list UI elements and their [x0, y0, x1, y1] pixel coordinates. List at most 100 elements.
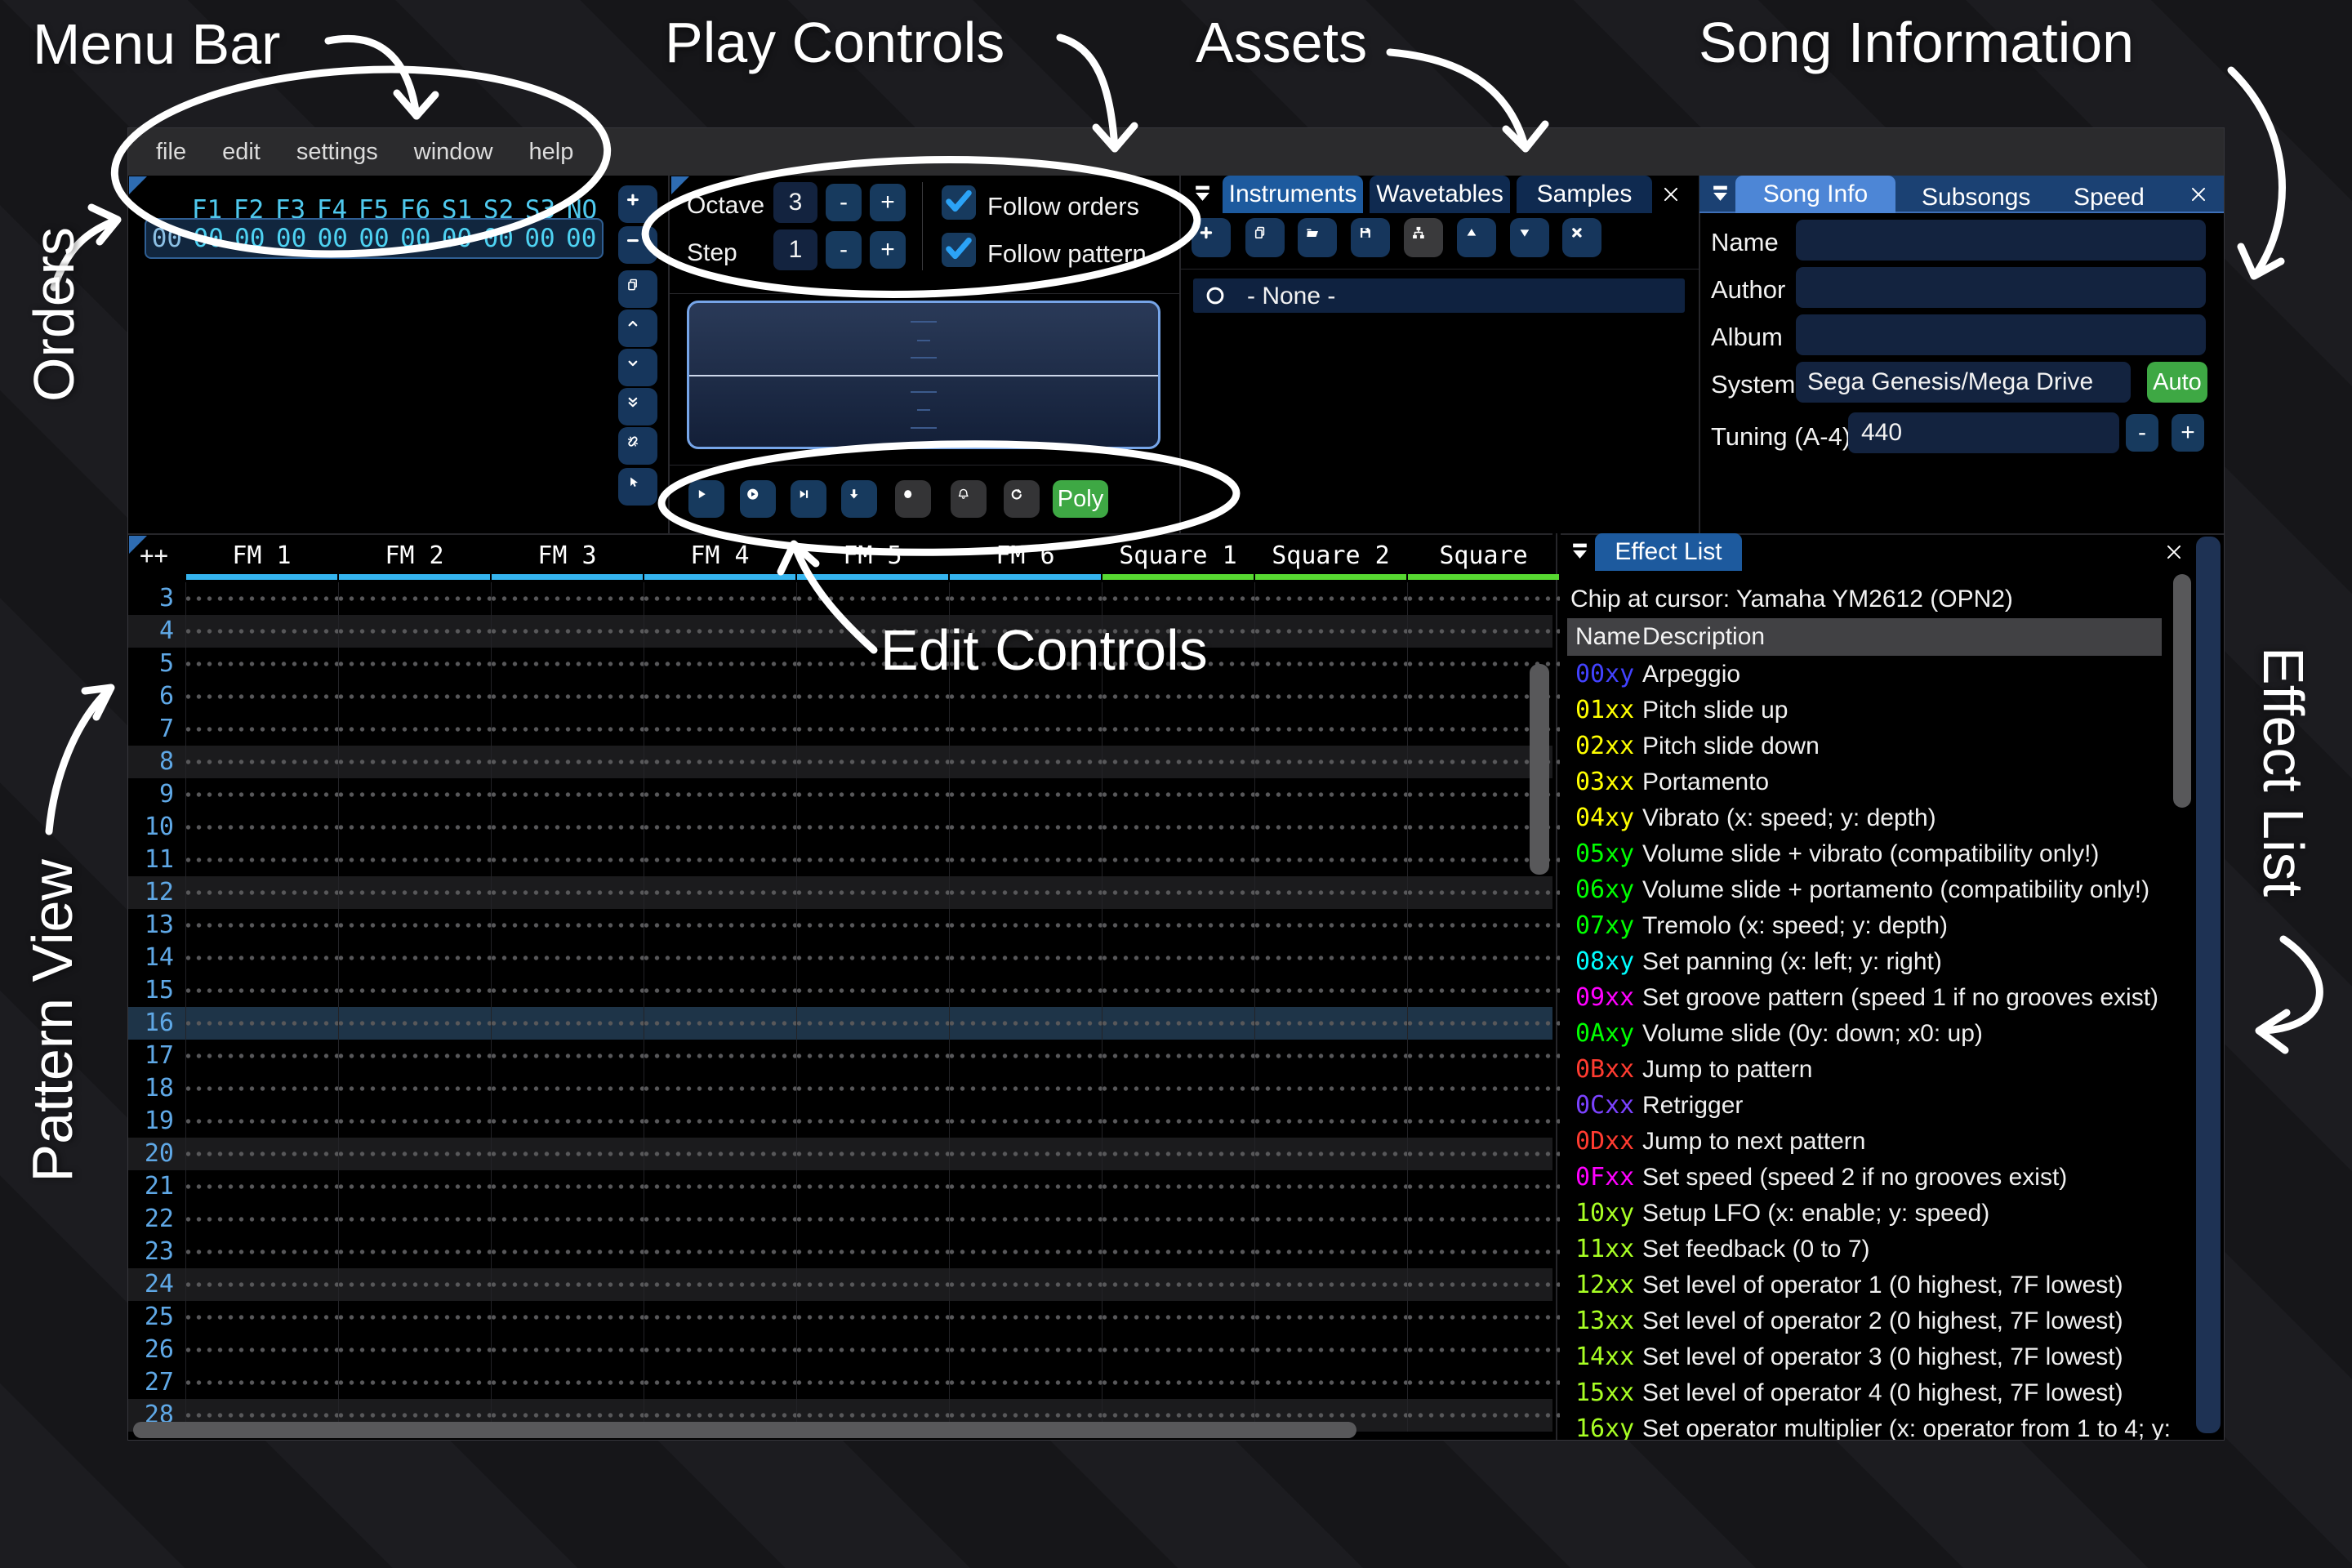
- pattern-cell[interactable]: [949, 1105, 1102, 1138]
- delete-instrument-button[interactable]: [1562, 218, 1601, 257]
- pattern-row[interactable]: 7: [128, 713, 1552, 746]
- order-value[interactable]: 00: [188, 224, 229, 253]
- menu-item-file[interactable]: file: [156, 139, 186, 166]
- pattern-cell[interactable]: [185, 1236, 338, 1268]
- name-field[interactable]: [1796, 220, 2206, 261]
- pattern-cell[interactable]: [1254, 1138, 1407, 1170]
- pattern-cell[interactable]: [338, 1007, 491, 1040]
- pattern-cell[interactable]: [949, 1138, 1102, 1170]
- pattern-row[interactable]: 22: [128, 1203, 1552, 1236]
- pattern-cell[interactable]: [1407, 1040, 1560, 1072]
- pattern-cell[interactable]: [1254, 680, 1407, 713]
- pattern-cell[interactable]: [949, 1366, 1102, 1399]
- add-order-button[interactable]: [618, 185, 657, 223]
- pattern-cell[interactable]: [949, 1170, 1102, 1203]
- pattern-row[interactable]: 10: [128, 811, 1552, 844]
- pattern-cell[interactable]: [1102, 909, 1254, 942]
- pattern-cell[interactable]: [1254, 1268, 1407, 1301]
- pattern-cell[interactable]: [1254, 1170, 1407, 1203]
- pattern-cell[interactable]: [185, 1007, 338, 1040]
- pattern-cell[interactable]: [644, 1301, 796, 1334]
- pattern-cell[interactable]: [1254, 942, 1407, 974]
- pattern-cell[interactable]: [338, 942, 491, 974]
- pattern-cell[interactable]: [338, 1301, 491, 1334]
- pattern-cell[interactable]: [796, 844, 949, 876]
- pattern-cell[interactable]: [491, 1170, 644, 1203]
- deep-clone-order-button[interactable]: [618, 427, 657, 465]
- move-cursor-down-button[interactable]: [841, 480, 877, 518]
- pattern-cell[interactable]: [185, 713, 338, 746]
- pattern-cell[interactable]: [949, 1334, 1102, 1366]
- pattern-cell[interactable]: [491, 844, 644, 876]
- pattern-cell[interactable]: [1407, 1334, 1560, 1366]
- pattern-cell[interactable]: [1102, 1105, 1254, 1138]
- pattern-row[interactable]: 26: [128, 1334, 1552, 1366]
- pattern-cell[interactable]: [644, 909, 796, 942]
- pattern-cell[interactable]: [1102, 811, 1254, 844]
- pattern-cell[interactable]: [644, 680, 796, 713]
- system-value[interactable]: Sega Genesis/Mega Drive: [1796, 362, 2131, 403]
- pattern-cell[interactable]: [796, 1105, 949, 1138]
- pattern-cell[interactable]: [185, 1105, 338, 1138]
- effect-list-window-menu-icon[interactable]: [1569, 541, 1591, 562]
- pattern-cell[interactable]: [491, 713, 644, 746]
- pattern-cell[interactable]: [185, 876, 338, 909]
- pattern-cell[interactable]: [491, 746, 644, 778]
- pattern-cell[interactable]: [949, 811, 1102, 844]
- pattern-row[interactable]: 20: [128, 1138, 1552, 1170]
- pattern-cell[interactable]: [644, 1105, 796, 1138]
- pattern-cell[interactable]: [491, 1366, 644, 1399]
- pattern-cell[interactable]: [1102, 1007, 1254, 1040]
- pattern-cell[interactable]: [185, 778, 338, 811]
- pattern-cell[interactable]: [491, 1203, 644, 1236]
- pattern-cell[interactable]: [796, 1366, 949, 1399]
- pattern-cell[interactable]: [644, 1268, 796, 1301]
- pattern-cell[interactable]: [491, 1040, 644, 1072]
- pattern-cell[interactable]: [949, 1007, 1102, 1040]
- octave-minus-button[interactable]: -: [826, 184, 862, 221]
- pattern-cell[interactable]: [491, 582, 644, 615]
- stop-button[interactable]: [895, 480, 931, 518]
- pattern-cell[interactable]: [185, 582, 338, 615]
- pattern-cell[interactable]: [1102, 1301, 1254, 1334]
- channel-header-fm-5[interactable]: FM 5: [796, 540, 949, 571]
- octave-plus-button[interactable]: +: [870, 184, 906, 221]
- channel-header-fm-1[interactable]: FM 1: [185, 540, 338, 571]
- channel-header-fm-2[interactable]: FM 2: [338, 540, 491, 571]
- pattern-cell[interactable]: [338, 1040, 491, 1072]
- pattern-cell[interactable]: [338, 1170, 491, 1203]
- pattern-cell[interactable]: [1407, 942, 1560, 974]
- pattern-cell[interactable]: [491, 1301, 644, 1334]
- pattern-cell[interactable]: [338, 1138, 491, 1170]
- pattern-cell[interactable]: [796, 582, 949, 615]
- pattern-cell[interactable]: [491, 974, 644, 1007]
- pattern-cell[interactable]: [491, 811, 644, 844]
- pattern-cell[interactable]: [1407, 615, 1560, 648]
- pattern-row[interactable]: 15: [128, 974, 1552, 1007]
- channel-header-square-2[interactable]: Square 2: [1254, 540, 1407, 571]
- pattern-cell[interactable]: [338, 1203, 491, 1236]
- pattern-horizontal-scrollbar[interactable]: [133, 1422, 1356, 1438]
- pattern-cell[interactable]: [796, 974, 949, 1007]
- pattern-cell[interactable]: [491, 1105, 644, 1138]
- pattern-cell[interactable]: [1102, 746, 1254, 778]
- pattern-cell[interactable]: [338, 1072, 491, 1105]
- pattern-cell[interactable]: [1254, 746, 1407, 778]
- pattern-cell[interactable]: [949, 582, 1102, 615]
- tuning-plus-button[interactable]: +: [2172, 414, 2204, 452]
- pattern-cell[interactable]: [1102, 974, 1254, 1007]
- pattern-cell[interactable]: [796, 1236, 949, 1268]
- pattern-cell[interactable]: [644, 778, 796, 811]
- pattern-row[interactable]: 24: [128, 1268, 1552, 1301]
- pattern-cell[interactable]: [796, 811, 949, 844]
- pattern-cell[interactable]: [491, 1236, 644, 1268]
- channel-header-fm-4[interactable]: FM 4: [644, 540, 796, 571]
- pattern-cell[interactable]: [185, 974, 338, 1007]
- pattern-cell[interactable]: [1102, 1040, 1254, 1072]
- order-value[interactable]: 00: [560, 224, 602, 253]
- pattern-cell[interactable]: [796, 1334, 949, 1366]
- pattern-cell[interactable]: [1407, 1268, 1560, 1301]
- pattern-cell[interactable]: [1102, 582, 1254, 615]
- pattern-cell[interactable]: [1254, 1301, 1407, 1334]
- pattern-cell[interactable]: [949, 1301, 1102, 1334]
